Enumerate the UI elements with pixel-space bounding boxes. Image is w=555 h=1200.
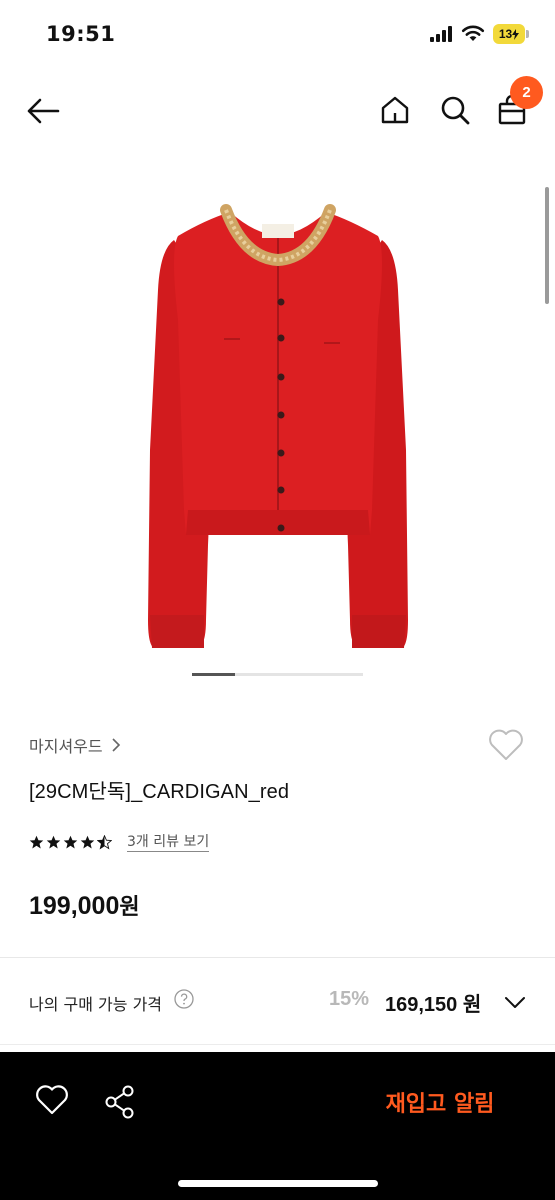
chevron-down-icon[interactable] xyxy=(502,990,528,1014)
bottom-action-bar: 재입고 알림 xyxy=(0,1052,555,1200)
star-full-icon xyxy=(29,835,44,849)
battery-indicator: 13 xyxy=(493,24,529,44)
cardigan-image xyxy=(148,204,408,648)
heart-outline-icon xyxy=(36,1085,68,1115)
cart-count-badge: 2 xyxy=(510,76,543,109)
star-rating xyxy=(29,835,114,850)
page-scrollbar[interactable] xyxy=(545,187,549,304)
search-button[interactable] xyxy=(434,89,476,131)
charging-bolt-icon xyxy=(512,28,520,40)
product-price: 199,000원 xyxy=(29,889,140,921)
chevron-right-icon xyxy=(112,738,120,752)
discount-rate: 15% xyxy=(329,988,370,1010)
battery-percent: 13 xyxy=(498,27,513,41)
battery-level: 13 xyxy=(493,24,525,44)
home-icon xyxy=(381,96,409,124)
back-button[interactable] xyxy=(22,90,64,132)
brand-link[interactable]: 마지셔우드 xyxy=(29,733,121,757)
wifi-icon xyxy=(461,25,485,41)
price-unit: 원 xyxy=(119,894,140,919)
heart-outline-icon xyxy=(489,729,523,760)
star-full-icon xyxy=(46,835,61,849)
cellular-signal-icon xyxy=(430,26,452,42)
battery-cap xyxy=(526,30,529,38)
price-value: 199,000 xyxy=(29,892,120,920)
my-purchase-price-row[interactable]: 나의 구매 가능 가격 15% 169,150 원 xyxy=(0,960,555,1042)
help-circle-icon[interactable] xyxy=(174,989,194,1009)
sale-price: 169,150 원 xyxy=(385,994,482,1016)
status-time: 19:51 xyxy=(46,22,116,46)
wishlist-button[interactable] xyxy=(487,728,525,764)
restock-alert-button[interactable]: 재입고 알림 xyxy=(360,1080,520,1124)
brand-name: 마지셔우드 xyxy=(29,737,103,756)
search-icon xyxy=(441,96,470,125)
product-image[interactable] xyxy=(0,150,555,670)
star-full-icon xyxy=(63,835,78,849)
top-navigation: 2 xyxy=(0,76,555,140)
star-half-icon xyxy=(97,835,112,850)
status-bar: 19:51 13 xyxy=(0,0,555,70)
divider xyxy=(0,957,555,958)
image-pager-indicator xyxy=(192,673,235,676)
product-title: [29CM단독]_CARDIGAN_red xyxy=(29,781,290,803)
purchase-price-label: 나의 구매 가능 가격 xyxy=(29,995,163,1014)
like-button[interactable] xyxy=(34,1084,70,1118)
review-link[interactable]: 3개 리뷰 보기 xyxy=(127,833,210,852)
divider xyxy=(0,1044,555,1045)
rating-row: 3개 리뷰 보기 xyxy=(29,833,210,852)
star-full-icon xyxy=(80,835,95,849)
share-icon xyxy=(105,1085,134,1119)
back-arrow-icon xyxy=(27,98,60,124)
home-indicator[interactable] xyxy=(178,1180,378,1187)
home-button[interactable] xyxy=(374,89,416,131)
share-button[interactable] xyxy=(104,1084,136,1120)
